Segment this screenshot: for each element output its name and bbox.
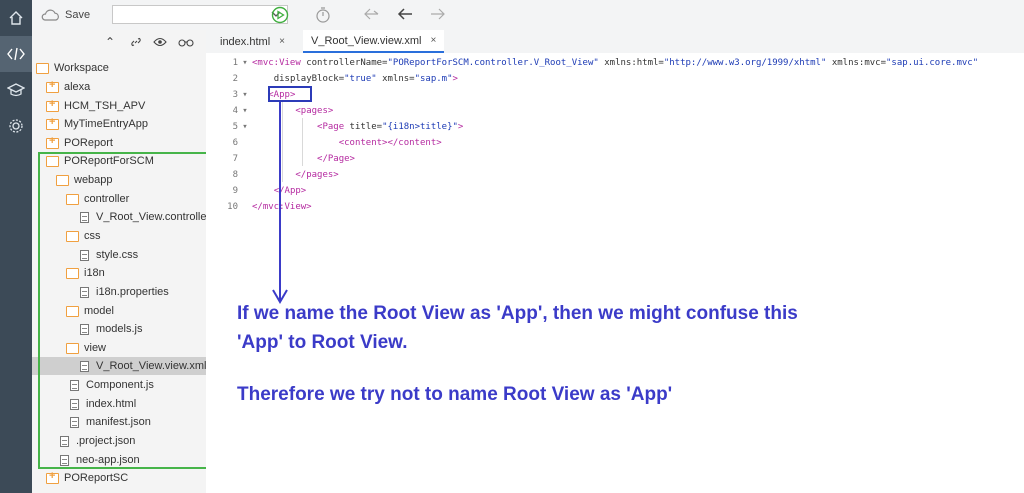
- close-icon[interactable]: ×: [430, 35, 436, 46]
- tree-item-hcm-tsh-apv[interactable]: HCM_TSH_APV: [46, 97, 145, 115]
- code-editor[interactable]: 1 ▾ <mvc:View controllerName="POReportFor…: [206, 53, 1024, 493]
- project-highlight-box: [38, 152, 209, 469]
- tree-item-poreport[interactable]: POReport: [46, 134, 113, 152]
- folder-open-icon: [36, 62, 49, 74]
- code-icon: [7, 47, 25, 61]
- tab-root-view-xml[interactable]: V_Root_View.view.xml ×: [303, 30, 445, 53]
- project-folder-icon: [46, 116, 59, 130]
- binoculars-icon[interactable]: [178, 37, 194, 47]
- code-line: 2 displayBlock="true" xmlns="sap.m">: [232, 74, 458, 84]
- annotation-line-2: 'App' to Root View.: [237, 332, 408, 353]
- learning-button[interactable]: [0, 72, 32, 108]
- save-button[interactable]: Save: [40, 6, 90, 24]
- annotation-arrow: [272, 102, 288, 304]
- tree-item-mytimeentryapp[interactable]: MyTimeEntryApp: [46, 115, 148, 133]
- collapse-icon[interactable]: ⌃: [105, 35, 115, 49]
- annotation-line-3: Therefore we try not to name Root View a…: [237, 384, 673, 405]
- annotation-line-1: If we name the Root View as 'App', then …: [237, 303, 798, 324]
- home-icon: [9, 11, 23, 25]
- run-icon[interactable]: [271, 6, 289, 24]
- tree-item-alexa[interactable]: alexa: [46, 78, 90, 96]
- home-button[interactable]: [0, 0, 32, 36]
- project-folder-icon: [46, 470, 59, 484]
- project-folder-icon: [46, 79, 59, 93]
- tab-index-html[interactable]: index.html ×: [220, 30, 300, 53]
- tree-item-workspace[interactable]: Workspace: [36, 59, 109, 77]
- eye-icon[interactable]: [153, 37, 167, 47]
- code-line: 9 </App>: [232, 186, 307, 196]
- code-line: 6 <content></content>: [232, 138, 442, 148]
- cloud-icon: [41, 9, 59, 21]
- forward-arrow-icon[interactable]: [429, 6, 447, 22]
- save-label: Save: [65, 9, 91, 21]
- project-folder-icon: [46, 135, 59, 149]
- code-line: 10 </mvc:View>: [227, 202, 312, 212]
- undo-all-icon[interactable]: [362, 6, 380, 22]
- gear-icon: [9, 119, 23, 133]
- back-arrow-icon[interactable]: [396, 6, 414, 22]
- tree-item-poreportsc[interactable]: POReportSC: [46, 469, 128, 487]
- editor-tabs: index.html × V_Root_View.view.xml ×: [206, 30, 1024, 54]
- close-icon[interactable]: ×: [279, 36, 285, 47]
- development-button[interactable]: [0, 36, 32, 72]
- toolbar: Save: [32, 0, 1024, 31]
- tree-toolbar: ⌃: [32, 30, 206, 54]
- run-configuration-select[interactable]: [112, 5, 288, 24]
- settings-button[interactable]: [0, 108, 32, 144]
- link-icon[interactable]: [130, 36, 142, 48]
- left-sidebar: [0, 0, 32, 493]
- project-folder-icon: [46, 98, 59, 112]
- graduation-cap-icon: [7, 83, 25, 97]
- timer-icon[interactable]: [315, 6, 331, 24]
- code-line: 5 ▾ <Page title="{i18n>title}">: [232, 122, 464, 132]
- code-line: 1 ▾ <mvc:View controllerName="POReportFor…: [232, 58, 979, 68]
